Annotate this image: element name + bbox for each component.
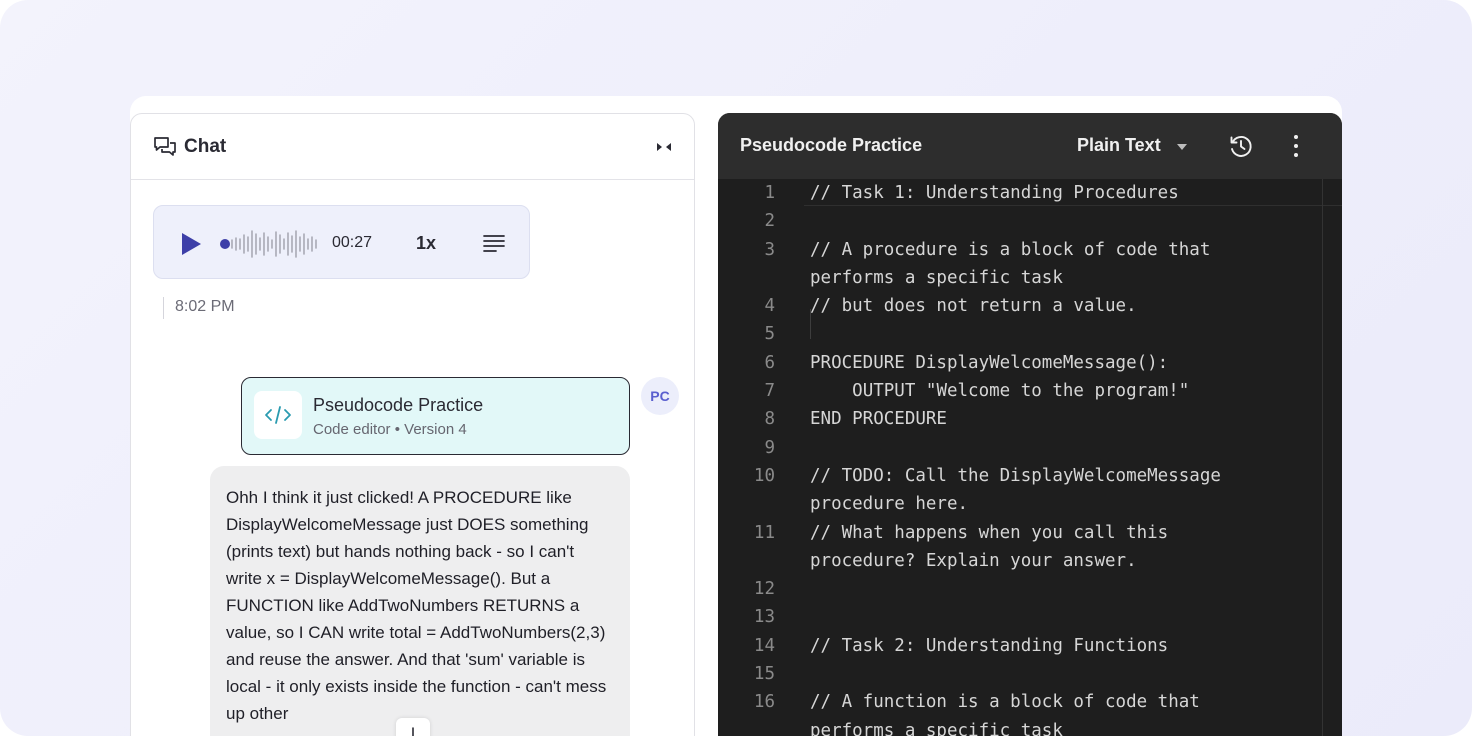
code-line[interactable]: 9 [718,434,1342,462]
code-line[interactable]: 5 [718,320,1342,348]
code-line[interactable]: 3 // A procedure is a block of code that … [718,236,1342,293]
playback-speed-button[interactable]: 1x [416,233,436,254]
arrow-down-icon [412,727,414,736]
code-brackets-icon [265,406,291,424]
avatar: PC [641,377,679,415]
line-number: 11 [753,522,775,543]
code-line[interactable]: 11 // What happens when you call this pro… [718,519,1342,576]
line-text[interactable]: // A function is a block of code that pe… [810,688,1280,736]
caret-down-icon[interactable] [1176,143,1188,151]
line-text[interactable]: // TODO: Call the DisplayWelcomeMessage … [810,462,1280,519]
history-icon[interactable] [1228,133,1254,159]
line-number: 15 [753,664,775,685]
line-text[interactable] [810,434,1280,462]
chat-title: Chat [184,135,227,157]
chat-panel: Chat 00:27 1x 8:02 PM Pseudocode Practic… [130,113,695,736]
line-number: 3 [764,239,775,260]
attachment-title: Pseudocode Practice [313,395,484,415]
line-text[interactable] [810,320,1280,348]
audio-duration: 00:27 [332,234,373,251]
code-line[interactable]: 6 PROCEDURE DisplayWelcomeMessage(): [718,349,1342,377]
line-text[interactable]: // Task 2: Understanding Functions [810,632,1280,660]
transcript-lines-icon[interactable] [482,232,506,254]
code-line[interactable]: 7 OUTPUT "Welcome to the program!" [718,377,1342,405]
line-text[interactable]: OUTPUT "Welcome to the program!" [810,377,1280,405]
audio-waveform[interactable] [219,228,323,260]
line-number: 14 [753,635,775,656]
line-number: 1 [764,183,775,203]
code-line[interactable]: 10 // TODO: Call the DisplayWelcomeMessag… [718,462,1342,519]
indent-guide [810,309,811,339]
chat-bubbles-icon [154,136,176,156]
line-text[interactable]: PROCEDURE DisplayWelcomeMessage(): [810,349,1280,377]
code-editor-attachment[interactable]: Pseudocode Practice Code editor • Versio… [241,377,630,455]
code-line[interactable]: 12 [718,575,1342,603]
attachment-subtitle: Code editor • Version 4 [313,421,467,438]
code-line[interactable]: 16 // A function is a block of code that … [718,688,1342,736]
code-line[interactable]: 4 // but does not return a value. [718,292,1342,320]
editor-scrollbar[interactable] [1322,179,1323,736]
timestamp-divider [163,297,164,319]
line-number: 16 [753,692,775,713]
code-editor-panel: Pseudocode Practice Plain Text 1 // Task … [718,113,1342,736]
code-line[interactable]: 8 END PROCEDURE [718,405,1342,433]
code-line[interactable]: 13 [718,603,1342,631]
line-number: 8 [764,409,775,430]
line-text[interactable] [810,575,1280,603]
attachment-tile [254,391,302,439]
collapse-arrows-icon[interactable] [654,138,674,156]
line-number: 6 [764,352,775,373]
voice-message: 00:27 1x [153,205,530,279]
code-area[interactable]: 1// Task 1: Understanding Procedures 2 3//… [718,179,1342,736]
code-line[interactable]: 15 [718,660,1342,688]
current-line-highlight [804,179,1342,206]
line-text[interactable]: // A procedure is a block of code that p… [810,236,1280,293]
code-line[interactable]: 14 // Task 2: Understanding Functions [718,632,1342,660]
scroll-to-bottom-button[interactable] [396,718,430,736]
line-number: 12 [753,579,775,600]
line-number: 7 [764,381,775,402]
line-text[interactable] [810,207,1280,235]
more-vertical-icon[interactable] [1284,133,1308,159]
language-select[interactable]: Plain Text [1077,135,1161,156]
line-number: 4 [764,296,775,317]
line-text[interactable]: // What happens when you call this proce… [810,519,1280,576]
line-text[interactable]: END PROCEDURE [810,405,1280,433]
message-timestamp: 8:02 PM [175,298,235,315]
line-number: 5 [764,324,775,345]
line-number: 9 [764,437,775,458]
editor-title: Pseudocode Practice [740,135,923,155]
code-line[interactable]: 2 [718,207,1342,235]
line-text[interactable]: // but does not return a value. [810,292,1280,320]
line-text[interactable] [810,660,1280,688]
line-number: 2 [764,211,775,232]
user-message-bubble: Ohh I think it just clicked! A PROCEDURE… [210,466,630,736]
editor-header: Pseudocode Practice Plain Text [718,113,1342,179]
line-number: 10 [753,465,775,486]
line-number: 13 [753,607,775,628]
chat-header: Chat [131,114,694,180]
play-icon[interactable] [180,232,202,256]
line-text[interactable] [810,603,1280,631]
